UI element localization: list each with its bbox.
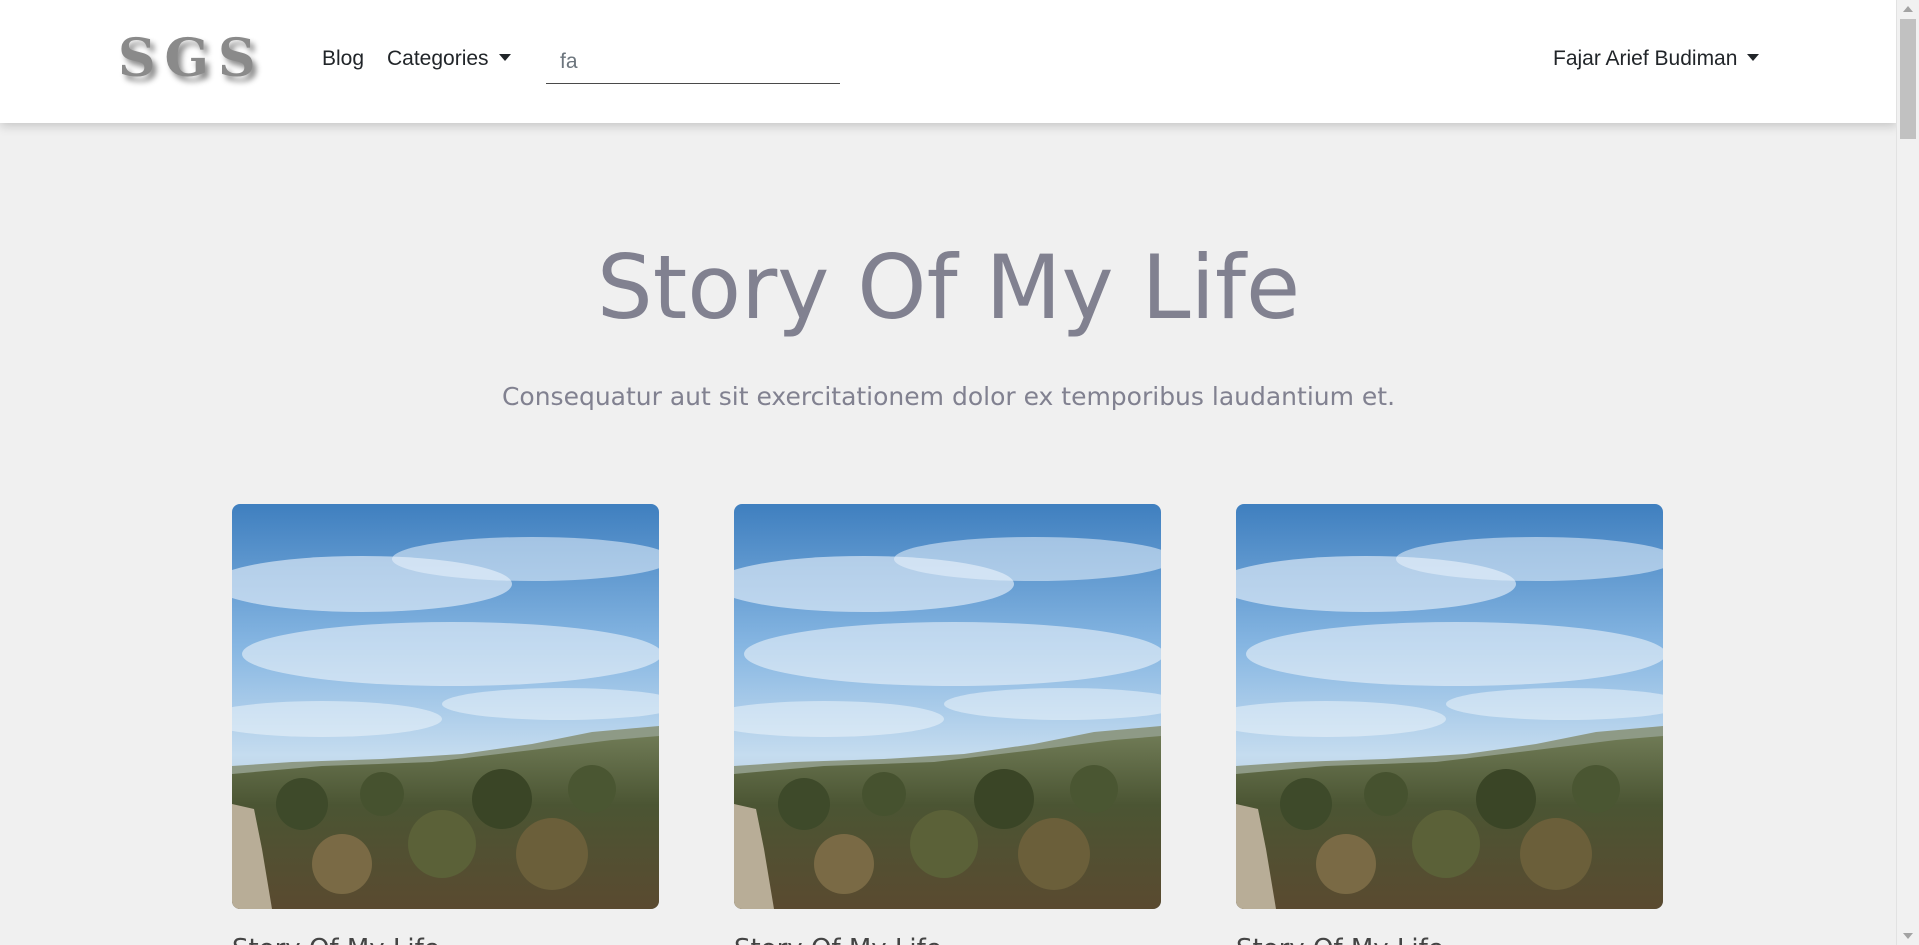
page-scrollbar[interactable] xyxy=(1896,0,1919,945)
caret-down-icon xyxy=(1747,53,1760,61)
brand-logo[interactable]: SGS xyxy=(118,26,265,92)
user-name: Fajar Arief Budiman xyxy=(1553,47,1738,70)
post-card-title[interactable]: Story Of My Life xyxy=(734,932,942,945)
caret-down-icon xyxy=(498,53,511,61)
nav-link-blog[interactable]: Blog xyxy=(322,46,364,72)
user-menu-dropdown[interactable]: Fajar Arief Budiman xyxy=(1553,46,1760,72)
post-card-image[interactable] xyxy=(1236,504,1663,909)
scroll-thumb[interactable] xyxy=(1900,19,1916,139)
post-card-image[interactable] xyxy=(734,504,1161,909)
scroll-down-arrow-icon[interactable] xyxy=(1903,933,1913,939)
hero-title: Story Of My Life xyxy=(596,236,1301,339)
post-card-title[interactable]: Story Of My Life xyxy=(1236,932,1444,945)
categories-label: Categories xyxy=(387,47,489,70)
page: SGS Blog Categories Fajar Arief Budiman … xyxy=(0,0,1919,945)
scroll-up-arrow-icon[interactable] xyxy=(1903,6,1913,12)
post-card[interactable]: Story Of My Life xyxy=(1236,504,1663,945)
nav-dropdown-categories[interactable]: Categories xyxy=(387,46,511,72)
search-input[interactable] xyxy=(546,40,840,84)
hero-subtitle: Consequatur aut sit exercitationem dolor… xyxy=(501,382,1396,411)
post-card[interactable]: Story Of My Life xyxy=(232,504,659,945)
navbar: SGS Blog Categories Fajar Arief Budiman xyxy=(0,0,1897,123)
post-card-image[interactable] xyxy=(232,504,659,909)
post-card-title[interactable]: Story Of My Life xyxy=(232,932,440,945)
post-card[interactable]: Story Of My Life xyxy=(734,504,1161,945)
